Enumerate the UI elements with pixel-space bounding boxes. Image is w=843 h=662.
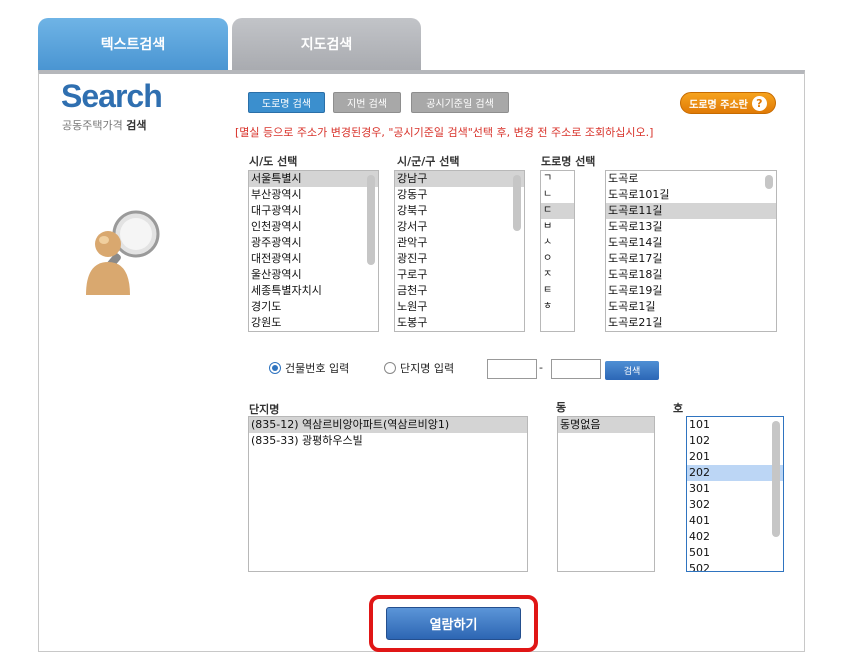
road-search-button[interactable]: 도로명 검색 [248,92,325,113]
list-item[interactable]: 402 [687,529,783,545]
list-item[interactable]: 101 [687,417,783,433]
scrollbar[interactable] [367,175,375,265]
notice-text: [멸실 등으로 주소가 변경된경우, "공시기준일 검색"선택 후, 변경 전 … [235,126,654,139]
list-item[interactable]: 301 [687,481,783,497]
search-title: Search [61,78,163,114]
list-item[interactable]: 도곡로18길 [606,267,776,283]
list-item[interactable]: 도곡로 [606,171,776,187]
search-subtitle: 공동주택가격 검색 [62,119,147,132]
help-label: 도로명 주소란 [689,99,748,111]
list-item[interactable]: 도곡로1길 [606,299,776,315]
list-item[interactable]: 도곡로17길 [606,251,776,267]
list-item[interactable]: ㅎ [541,299,574,315]
tab-text-search[interactable]: 텍스트검색 [38,18,228,70]
list-item[interactable]: 202 [687,465,783,481]
radio-selected-icon[interactable] [269,362,281,374]
complex-name-radio[interactable]: 단지명 입력 [384,360,454,376]
person-magnifier-icon [86,210,160,295]
list-item[interactable]: 관악구 [395,235,524,251]
list-item[interactable]: 광주광역시 [249,235,378,251]
road-address-help-button[interactable]: 도로명 주소란 ? [680,92,776,114]
scrollbar[interactable] [513,175,521,231]
radio-label: 단지명 입력 [400,362,455,375]
ho-list[interactable]: 101 102 201 202 301 302 401 402 501 502 [686,416,784,572]
road-label: 도로명 선택 [541,155,596,168]
sigungu-list[interactable]: 강남구 강동구 강북구 강서구 관악구 광진구 구로구 금천구 노원구 도봉구 [394,170,525,332]
list-item[interactable]: (835-33) 광평하우스빌 [249,433,527,449]
sigungu-label: 시/군/구 선택 [397,155,460,168]
list-item[interactable]: ㅅ [541,235,574,251]
list-item[interactable]: 경기도 [249,299,378,315]
view-button[interactable]: 열람하기 [386,607,521,640]
building-main-number-input[interactable] [487,359,537,379]
list-item[interactable]: 노원구 [395,299,524,315]
list-item[interactable]: 502 [687,561,783,571]
list-item[interactable]: 강북구 [395,203,524,219]
list-item[interactable]: ㄱ [541,171,574,187]
list-item[interactable]: 도곡로19길 [606,283,776,299]
date-search-button[interactable]: 공시기준일 검색 [411,92,509,113]
lot-search-button[interactable]: 지번 검색 [333,92,401,113]
dash-separator: - [539,361,543,374]
building-sub-number-input[interactable] [551,359,601,379]
list-item[interactable]: 102 [687,433,783,449]
radio-unselected-icon[interactable] [384,362,396,374]
list-item[interactable]: 구로구 [395,267,524,283]
list-item[interactable]: 강동구 [395,187,524,203]
list-item[interactable]: 도곡로11길 [606,203,776,219]
list-item[interactable]: 광진구 [395,251,524,267]
complex-label: 단지명 [249,403,280,416]
sido-label: 시/도 선택 [249,155,298,168]
list-item[interactable]: 도곡로101길 [606,187,776,203]
list-item[interactable]: ㅈ [541,267,574,283]
list-item[interactable]: (835-12) 역삼르비앙아파트(역삼르비앙1) [249,417,527,433]
list-item[interactable]: 대구광역시 [249,203,378,219]
list-item[interactable]: ㅂ [541,219,574,235]
dong-list[interactable]: 동명없음 [557,416,655,572]
search-button[interactable]: 검색 [605,361,659,380]
list-item[interactable]: 금천구 [395,283,524,299]
list-item[interactable]: ㄷ [541,203,574,219]
list-item[interactable]: 인천광역시 [249,219,378,235]
list-item[interactable]: 강서구 [395,219,524,235]
initial-consonant-list[interactable]: ㄱ ㄴ ㄷ ㅂ ㅅ ㅇ ㅈ ㅌ ㅎ [540,170,575,332]
list-item[interactable]: 401 [687,513,783,529]
list-item[interactable]: 도곡로13길 [606,219,776,235]
list-item[interactable]: 대전광역시 [249,251,378,267]
radio-label: 건물번호 입력 [285,362,350,375]
road-list[interactable]: 도곡로 도곡로101길 도곡로11길 도곡로13길 도곡로14길 도곡로17길 … [605,170,777,332]
list-item[interactable]: 302 [687,497,783,513]
list-item[interactable]: 동명없음 [558,417,654,433]
building-number-radio[interactable]: 건물번호 입력 [269,360,349,376]
list-item[interactable]: 울산광역시 [249,267,378,283]
list-item[interactable]: 도곡로21길 [606,315,776,331]
tab-map-search[interactable]: 지도검색 [232,18,421,70]
list-item[interactable]: 도봉구 [395,315,524,331]
question-icon: ? [751,95,767,111]
sido-list[interactable]: 서울특별시 부산광역시 대구광역시 인천광역시 광주광역시 대전광역시 울산광역… [248,170,379,332]
list-item[interactable]: 부산광역시 [249,187,378,203]
list-item[interactable]: 서울특별시 [249,171,378,187]
list-item[interactable]: 강원도 [249,315,378,331]
list-item[interactable]: 201 [687,449,783,465]
scrollbar[interactable] [765,175,773,189]
complex-list[interactable]: (835-12) 역삼르비앙아파트(역삼르비앙1) (835-33) 광평하우스… [248,416,528,572]
list-item[interactable]: ㅌ [541,283,574,299]
list-item[interactable]: 강남구 [395,171,524,187]
list-item[interactable]: 501 [687,545,783,561]
list-item[interactable]: 세종특별자치시 [249,283,378,299]
list-item[interactable]: ㄴ [541,187,574,203]
scrollbar[interactable] [772,421,780,537]
list-item[interactable]: 도곡로14길 [606,235,776,251]
ho-label: 호 [673,402,684,415]
list-item[interactable]: ㅇ [541,251,574,267]
dong-label: 동 [556,401,567,414]
